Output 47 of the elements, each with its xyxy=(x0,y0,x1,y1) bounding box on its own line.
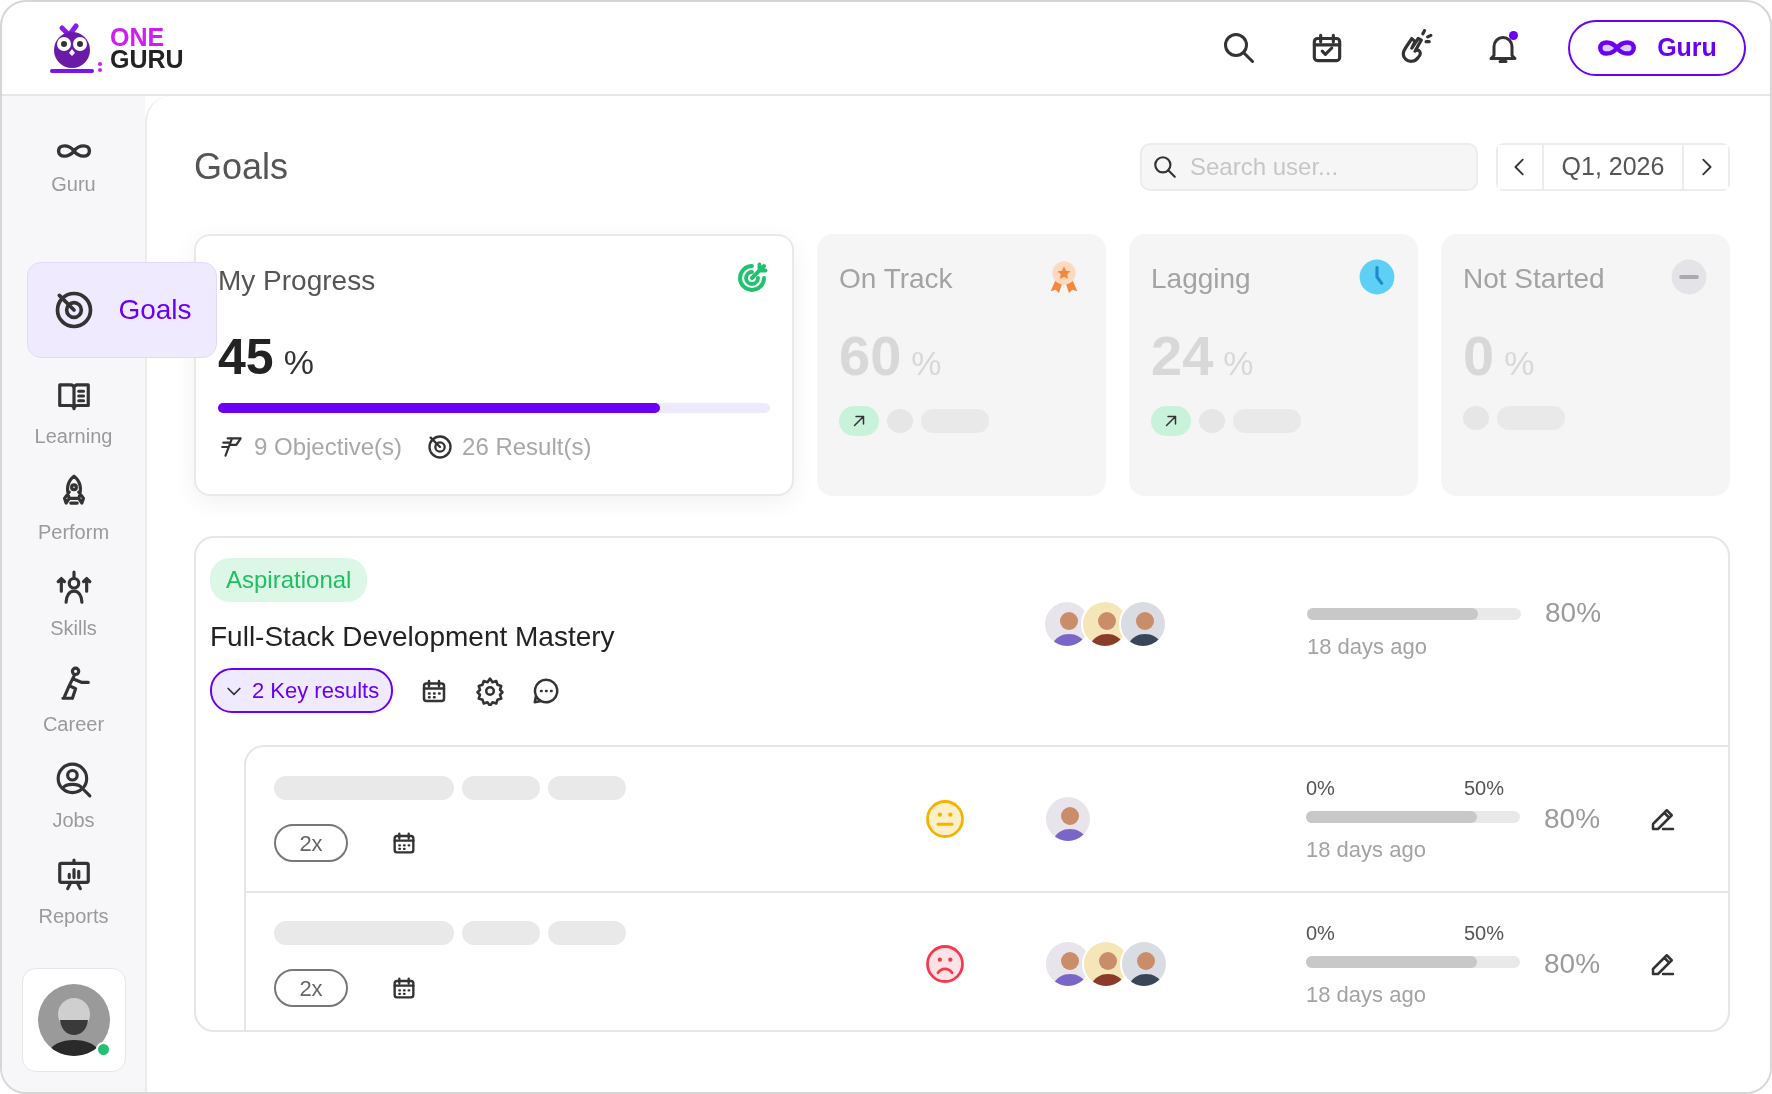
multiplier-badge: 2x xyxy=(274,824,348,862)
card-title: Not Started xyxy=(1463,262,1605,296)
scale-label: 50% xyxy=(1463,920,1504,946)
unit-label: % xyxy=(1504,343,1535,384)
scale-label: 0% xyxy=(1306,920,1335,946)
people-arrows-icon xyxy=(54,569,93,607)
unit-label: % xyxy=(283,342,314,383)
page-title: Goals xyxy=(194,145,289,189)
sidebar-item[interactable]: Perform xyxy=(13,462,134,558)
unit-label: % xyxy=(911,343,942,384)
goal-title: Full-Stack Development Mastery xyxy=(210,620,616,654)
sidebar-item[interactable]: Career xyxy=(13,654,134,750)
updated-time: 18 days ago xyxy=(1306,835,1427,864)
updated-time: 18 days ago xyxy=(1307,633,1428,661)
gear-icon xyxy=(475,675,506,706)
guru-button[interactable]: Guru xyxy=(1568,20,1746,76)
updated-time: 18 days ago xyxy=(1306,980,1427,1009)
progress-percent: 80% xyxy=(1544,802,1601,836)
settings-button[interactable] xyxy=(475,675,506,706)
sidebar-item[interactable]: Jobs xyxy=(13,750,134,846)
logo-text: ONE xyxy=(110,25,165,48)
user-avatar-card[interactable] xyxy=(21,968,126,1072)
multiplier-badge: 2x xyxy=(274,969,348,1007)
progress-percent: 80% xyxy=(1544,947,1601,981)
objectives-count: 9 Objective(s) xyxy=(218,429,403,465)
clock-icon xyxy=(1358,258,1396,296)
scale-label: 0% xyxy=(1306,775,1335,801)
card-title: Lagging xyxy=(1151,262,1251,296)
card-title: My Progress xyxy=(218,264,376,298)
person-search-icon xyxy=(54,761,93,799)
progress-percent: 80% xyxy=(1545,596,1602,630)
target-icon xyxy=(426,433,455,461)
logo-text: GURU xyxy=(110,48,184,71)
goal-type-tag: Aspirational xyxy=(210,558,368,602)
sidebar-item[interactable]: Skills xyxy=(13,558,134,654)
minus-icon xyxy=(1670,258,1708,296)
card-title: On Track xyxy=(839,262,953,296)
sidebar-item[interactable]: Goals xyxy=(27,262,217,358)
unit-label: % xyxy=(1223,343,1254,384)
results-count: 26 Result(s) xyxy=(426,429,592,465)
sidebar-item[interactable]: Learning xyxy=(13,366,134,462)
stat-value: 45 xyxy=(218,328,274,387)
search-icon xyxy=(1221,30,1257,66)
guru-nav-item[interactable]: Guru xyxy=(2,96,145,242)
key-results-toggle[interactable]: 2 Key results xyxy=(210,668,394,713)
sidebar-item[interactable]: Reports xyxy=(13,846,134,942)
scale-label: 50% xyxy=(1463,775,1504,801)
